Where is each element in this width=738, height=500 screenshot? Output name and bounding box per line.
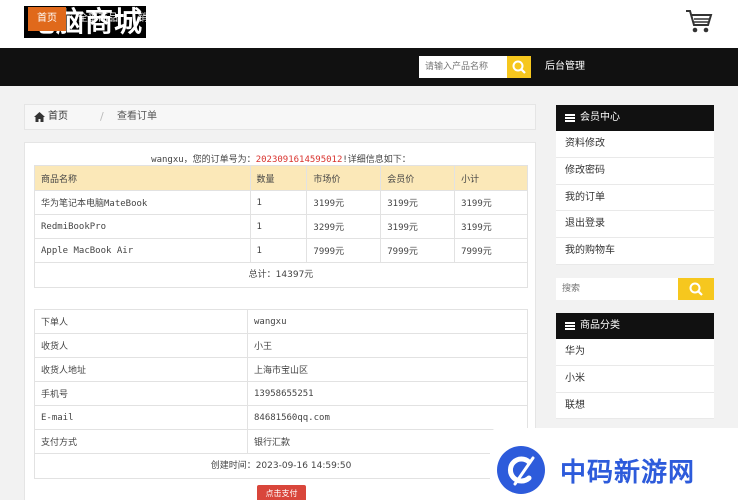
info-label-phone: 手机号 [34, 381, 248, 406]
order-number: 20230916145950​12 [255, 155, 343, 165]
sidebar-item-my-cart[interactable]: 我的购物车 [556, 238, 714, 265]
sidebar-item-change-password[interactable]: 修改密码 [556, 158, 714, 185]
nav-home[interactable]: 首页 [28, 7, 66, 31]
cell-quantity: 1 [249, 238, 308, 263]
col-market-price: 市场价 [306, 165, 382, 191]
info-label-email: E-mail [34, 405, 248, 430]
sidebar-item-edit-profile[interactable]: 资料修改 [556, 131, 714, 158]
product-search-button[interactable] [507, 56, 531, 78]
search-icon [512, 60, 526, 74]
member-center-title: 会员中心 [580, 112, 620, 123]
col-quantity: 数量 [249, 165, 308, 191]
cart-icon[interactable] [685, 8, 713, 34]
breadcrumb-separator: / [100, 110, 104, 123]
order-total: 总计：14397元 [34, 263, 528, 288]
table-header-row: 商品名称 数量 市场价 会员价 小计 [34, 165, 528, 191]
info-label-receiver: 收货人 [34, 333, 248, 358]
search-icon [689, 282, 703, 296]
info-value-receiver: 小王 [247, 333, 528, 358]
member-center-panel: 会员中心 资料修改 修改密码 我的订单 退出登录 我的购物车 [556, 105, 714, 265]
table-row: Apple MacBook Air 1 7999元 7999元 7999元 [34, 238, 528, 263]
watermark-text: 中码新游网 [560, 458, 696, 488]
product-search-input[interactable] [419, 56, 507, 78]
nav-sales-ranking[interactable]: 销售排行 [134, 7, 182, 31]
info-label-orderer: 下单人 [34, 309, 248, 334]
member-center-header: 会员中心 [556, 105, 714, 131]
breadcrumb-home[interactable]: 首页 [48, 105, 68, 129]
info-label-address: 收货人地址 [34, 357, 248, 382]
main-nav [0, 48, 738, 86]
cell-quantity: 1 [249, 214, 308, 239]
table-row: 手机号 13958655251 [34, 381, 528, 406]
info-value-payment: 银行汇款 [247, 429, 528, 454]
home-icon [34, 112, 45, 122]
nav-announcements[interactable]: 商城公告 [194, 7, 242, 31]
category-header: 商品分类 [556, 313, 714, 339]
order-intro-suffix: !详细信息如下： [342, 155, 411, 165]
table-row: RedmiBookPro 1 3299元 3199元 3199元 [34, 214, 528, 239]
category-item-lenovo[interactable]: 联想 [556, 393, 714, 420]
sidebar-item-my-orders[interactable]: 我的订单 [556, 185, 714, 212]
table-row: 华为笔记本电脑MateBook 1 3199元 3199元 3199元 [34, 190, 528, 215]
order-items-table: 商品名称 数量 市场价 会员价 小计 华为笔记本电脑MateBook 1 319… [34, 165, 528, 263]
sidebar-search-input[interactable] [556, 278, 678, 300]
cell-member-price: 7999元 [380, 238, 456, 263]
list-icon [565, 114, 575, 123]
category-item-xiaomi[interactable]: 小米 [556, 366, 714, 393]
pay-button[interactable]: 点击支付 [257, 485, 306, 500]
cell-market-price: 3299元 [306, 214, 382, 239]
order-intro-prefix: wangxu，您的订单号为： [151, 155, 256, 165]
table-row: 收货人 小王 [34, 333, 528, 358]
breadcrumb: 首页 / 查看订单 [24, 104, 536, 130]
table-row: E-mail 84681560qq.com [34, 405, 528, 430]
order-info-table: 下单人 wangxu 收货人 小王 收货人地址 上海市宝山区 手机号 139586552… [34, 309, 528, 454]
sidebar-item-logout[interactable]: 退出登录 [556, 211, 714, 239]
cell-subtotal: 3199元 [454, 214, 528, 239]
info-value-email: 84681560qq.com [247, 405, 528, 430]
cell-member-price: 3199元 [380, 214, 456, 239]
order-intro: wangxu，您的订单号为：20230916145950​12!详细信息如下： [25, 152, 537, 165]
cell-product-name: 华为笔记本电脑MateBook [34, 190, 251, 215]
cell-product-name: Apple MacBook Air [34, 238, 251, 263]
col-product-name: 商品名称 [34, 165, 251, 191]
cell-market-price: 7999元 [306, 238, 382, 263]
info-value-address: 上海市宝山区 [247, 357, 528, 382]
category-panel: 商品分类 华为 小米 联想 [556, 313, 714, 420]
breadcrumb-current: 查看订单 [117, 111, 157, 122]
cell-member-price: 3199元 [380, 190, 456, 215]
list-icon [565, 322, 575, 331]
cell-product-name: RedmiBookPro [34, 214, 251, 239]
cell-subtotal: 3199元 [454, 190, 528, 215]
info-value-phone: 13958655251 [247, 381, 528, 406]
category-item-huawei[interactable]: 华为 [556, 339, 714, 366]
info-label-payment: 支付方式 [34, 429, 248, 454]
cell-market-price: 3199元 [306, 190, 382, 215]
sidebar-search-button[interactable] [678, 278, 714, 300]
col-member-price: 会员价 [380, 165, 456, 191]
nav-all-products[interactable]: 全部商品 [74, 7, 122, 31]
nav-logout[interactable]: 注销 [386, 7, 414, 31]
category-title: 商品分类 [580, 320, 620, 331]
table-row: 收货人地址 上海市宝山区 [34, 357, 528, 382]
table-row: 支付方式 银行汇款 [34, 429, 528, 454]
nav-my-cart[interactable]: 我的购物车 [256, 7, 316, 31]
info-value-orderer: wangxu [247, 309, 528, 334]
order-detail-panel: wangxu，您的订单号为：20230916145950​12!详细信息如下： … [24, 142, 536, 500]
nav-admin[interactable]: 后台管理 [545, 55, 585, 79]
cell-quantity: 1 [249, 190, 308, 215]
watermark-logo [497, 446, 545, 494]
order-created-time: 创建时间：2023-09-16 14:59:50 [34, 454, 528, 479]
table-row: 下单人 wangxu [34, 309, 528, 334]
cell-subtotal: 7999元 [454, 238, 528, 263]
col-subtotal: 小计 [454, 165, 528, 191]
nav-member-center[interactable]: 会员中心 [326, 7, 374, 31]
